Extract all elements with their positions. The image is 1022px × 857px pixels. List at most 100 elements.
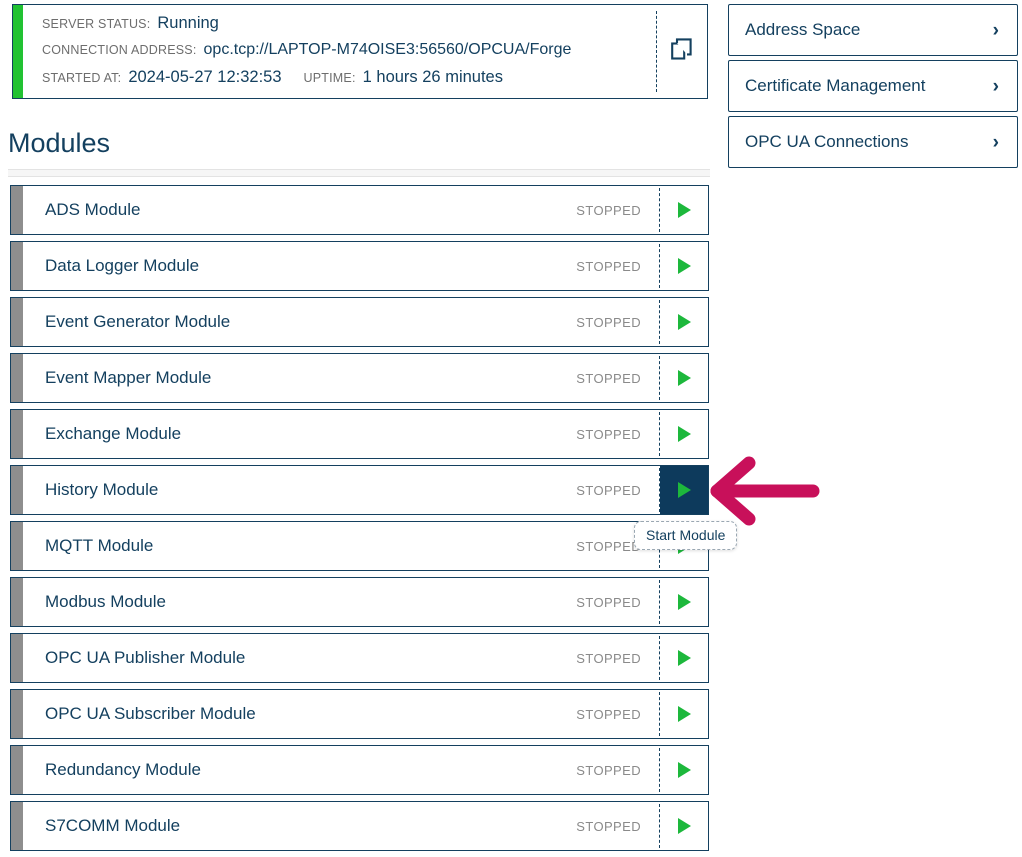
module-status-accent-bar bbox=[11, 242, 23, 290]
module-status-accent-bar bbox=[11, 690, 23, 738]
play-icon bbox=[677, 258, 691, 274]
server-status-panel: SERVER STATUS: Running CONNECTION ADDRES… bbox=[12, 4, 708, 99]
module-status-accent-bar bbox=[11, 578, 23, 626]
sidebar-button[interactable]: Address Space › bbox=[728, 4, 1018, 56]
module-status-accent-bar bbox=[11, 354, 23, 402]
module-row[interactable]: MQTT Module STOPPED bbox=[10, 521, 709, 571]
module-status-label: STOPPED bbox=[576, 202, 641, 218]
play-icon bbox=[677, 706, 691, 722]
status-accent-bar bbox=[13, 5, 23, 98]
module-status-accent-bar bbox=[11, 746, 23, 794]
play-icon bbox=[677, 202, 691, 218]
module-row[interactable]: Data Logger Module STOPPED bbox=[10, 241, 709, 291]
module-row[interactable]: History Module STOPPED bbox=[10, 465, 709, 515]
module-status-label: STOPPED bbox=[576, 482, 641, 498]
start-module-button[interactable] bbox=[660, 466, 708, 514]
chevron-right-icon: › bbox=[992, 131, 999, 153]
module-status-accent-bar bbox=[11, 522, 23, 570]
module-row[interactable]: OPC UA Publisher Module STOPPED bbox=[10, 633, 709, 683]
module-status-accent-bar bbox=[11, 186, 23, 234]
module-name: Redundancy Module bbox=[45, 760, 201, 779]
play-icon bbox=[677, 370, 691, 386]
start-module-button[interactable] bbox=[660, 802, 708, 850]
copy-address-button[interactable] bbox=[657, 5, 707, 98]
module-status-label: STOPPED bbox=[576, 258, 641, 274]
module-row[interactable]: ADS Module STOPPED bbox=[10, 185, 709, 235]
module-row[interactable]: Modbus Module STOPPED bbox=[10, 577, 709, 627]
right-sidebar: Address Space › Certificate Management › OPC… bbox=[728, 4, 1018, 172]
sidebar-button-label: Address Space bbox=[745, 20, 861, 39]
sidebar-button-label: Certificate Management bbox=[745, 76, 926, 95]
started-at-value: 2024-05-27 12:32:53 bbox=[128, 68, 282, 86]
modules-list: ADS Module STOPPED Data Logger Module STOPP… bbox=[10, 185, 709, 857]
modules-heading: Modules bbox=[8, 128, 111, 158]
module-name: ADS Module bbox=[45, 200, 141, 219]
module-name: Event Mapper Module bbox=[45, 368, 212, 387]
status-panel-body: SERVER STATUS: Running CONNECTION ADDRES… bbox=[23, 5, 707, 98]
sidebar-button[interactable]: Certificate Management › bbox=[728, 60, 1018, 112]
module-status-accent-bar bbox=[11, 802, 23, 850]
module-row-body: OPC UA Subscriber Module STOPPED bbox=[23, 690, 659, 738]
start-module-button[interactable] bbox=[660, 354, 708, 402]
module-row-body: S7COMM Module STOPPED bbox=[23, 802, 659, 850]
connection-address-key: CONNECTION ADDRESS: bbox=[42, 43, 197, 57]
module-status-label: STOPPED bbox=[576, 314, 641, 330]
start-module-button[interactable] bbox=[660, 242, 708, 290]
module-name: Exchange Module bbox=[45, 424, 182, 443]
module-name: OPC UA Subscriber Module bbox=[45, 704, 256, 723]
module-row[interactable]: S7COMM Module STOPPED bbox=[10, 801, 709, 851]
start-module-button[interactable] bbox=[660, 186, 708, 234]
sidebar-button[interactable]: OPC UA Connections › bbox=[728, 116, 1018, 168]
server-status-key: SERVER STATUS: bbox=[42, 17, 151, 31]
server-status-line: SERVER STATUS: Running bbox=[42, 14, 707, 41]
connection-address-line: CONNECTION ADDRESS: opc.tcp://LAPTOP-M74… bbox=[42, 41, 707, 68]
play-icon bbox=[677, 818, 691, 834]
start-module-button[interactable] bbox=[660, 410, 708, 458]
modules-divider-rule bbox=[8, 169, 710, 177]
module-row[interactable]: Exchange Module STOPPED bbox=[10, 409, 709, 459]
module-status-label: STOPPED bbox=[576, 818, 641, 834]
play-icon bbox=[677, 314, 691, 330]
module-row-body: ADS Module STOPPED bbox=[23, 186, 659, 234]
server-status-value: Running bbox=[157, 14, 219, 32]
started-uptime-line: STARTED AT: 2024-05-27 12:32:53 UPTIME: … bbox=[42, 68, 707, 95]
start-module-button[interactable] bbox=[660, 298, 708, 346]
start-module-button[interactable] bbox=[660, 634, 708, 682]
module-row[interactable]: OPC UA Subscriber Module STOPPED bbox=[10, 689, 709, 739]
module-name: S7COMM Module bbox=[45, 816, 181, 835]
module-row-body: History Module STOPPED bbox=[23, 466, 659, 514]
module-row-body: Event Generator Module STOPPED bbox=[23, 298, 659, 346]
module-status-label: STOPPED bbox=[576, 538, 641, 554]
module-name: OPC UA Publisher Module bbox=[45, 648, 246, 667]
play-icon bbox=[677, 426, 691, 442]
module-row-body: Event Mapper Module STOPPED bbox=[23, 354, 659, 402]
start-module-button[interactable] bbox=[660, 746, 708, 794]
module-name: Data Logger Module bbox=[45, 256, 200, 275]
started-at-key: STARTED AT: bbox=[42, 71, 122, 85]
module-status-label: STOPPED bbox=[576, 650, 641, 666]
chevron-right-icon: › bbox=[992, 75, 999, 97]
module-row-body: OPC UA Publisher Module STOPPED bbox=[23, 634, 659, 682]
module-row[interactable]: Event Mapper Module STOPPED bbox=[10, 353, 709, 403]
module-status-label: STOPPED bbox=[576, 370, 641, 386]
module-status-accent-bar bbox=[11, 298, 23, 346]
play-icon bbox=[677, 650, 691, 666]
chevron-right-icon: › bbox=[992, 19, 999, 41]
module-status-accent-bar bbox=[11, 634, 23, 682]
module-row-body: Modbus Module STOPPED bbox=[23, 578, 659, 626]
module-name: History Module bbox=[45, 480, 159, 499]
uptime-value: 1 hours 26 minutes bbox=[362, 68, 503, 86]
play-icon bbox=[677, 482, 691, 498]
module-name: Modbus Module bbox=[45, 592, 166, 611]
module-row[interactable]: Redundancy Module STOPPED bbox=[10, 745, 709, 795]
start-module-button[interactable] bbox=[660, 690, 708, 738]
module-name: MQTT Module bbox=[45, 536, 154, 555]
sidebar-button-label: OPC UA Connections bbox=[745, 132, 909, 151]
play-icon bbox=[677, 594, 691, 610]
connection-address-value: opc.tcp://LAPTOP-M74OISE3:56560/OPCUA/Fo… bbox=[203, 41, 572, 58]
module-name: Event Generator Module bbox=[45, 312, 231, 331]
uptime-key: UPTIME: bbox=[303, 71, 356, 85]
module-row[interactable]: Event Generator Module STOPPED bbox=[10, 297, 709, 347]
module-status-label: STOPPED bbox=[576, 762, 641, 778]
start-module-button[interactable] bbox=[660, 578, 708, 626]
